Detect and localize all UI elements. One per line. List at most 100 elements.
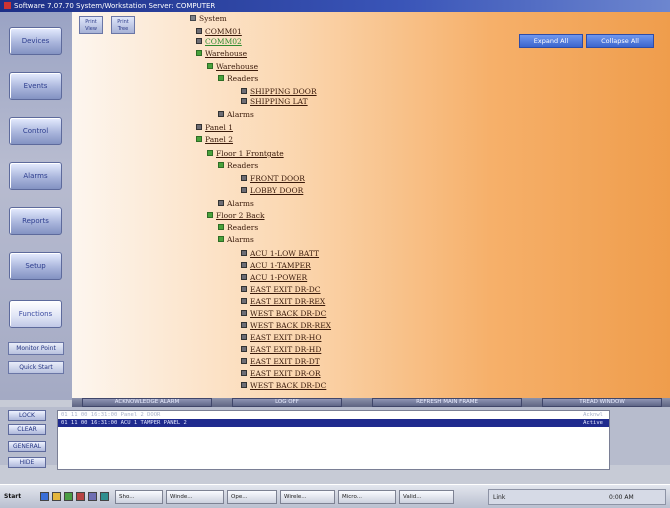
tree-node-expander-icon[interactable] [207,63,213,69]
tree-node-label[interactable]: System [199,14,227,23]
tree-node-label[interactable]: Floor 1 Frontgate [216,149,284,158]
tree-node-label[interactable]: Readers [227,74,258,83]
tree-node-label[interactable]: SHIPPING LAT [250,97,308,106]
alarm-row[interactable]: 01 11 00 16:31:00 Panel 2 DOOR Acknwl [58,411,609,419]
taskbar-app-5[interactable]: Micro... [338,490,396,504]
tree-node[interactable]: Floor 1 Frontgate [207,149,284,159]
print-view-button[interactable]: Print View [79,16,103,34]
tree-node-label[interactable]: EAST EXIT DR-REX [250,297,325,306]
tree-node-expander-icon[interactable] [207,212,213,218]
taskbar-app-6[interactable]: Valid... [399,490,454,504]
tree-node[interactable]: Panel 2 [196,135,233,145]
tree-node-expander-icon[interactable] [190,15,196,21]
tree-node-label[interactable]: Alarms [227,199,254,208]
tree-node-expander-icon[interactable] [241,322,247,328]
taskbar-app-2[interactable]: Winde... [166,490,224,504]
tree-node-label[interactable]: Panel 1 [205,123,233,132]
tree-node[interactable]: Readers [218,161,258,171]
general-button[interactable]: GENERAL [8,441,46,452]
tree-node[interactable]: WEST BACK DR-REX [241,321,331,331]
nav-devices-button[interactable]: Devices [9,27,62,55]
nav-functions-button[interactable]: Functions [9,300,62,328]
tree-node-expander-icon[interactable] [241,274,247,280]
print-tree-button[interactable]: Print Tree [111,16,135,34]
tree-node-expander-icon[interactable] [218,162,224,168]
tree-node-label[interactable]: Alarms [227,235,254,244]
quick-launch-desktop-icon[interactable] [64,492,73,501]
lock-button[interactable]: LOCK [8,410,46,421]
tree-node-expander-icon[interactable] [241,298,247,304]
tree-node-label[interactable]: EAST EXIT DR-OR [250,369,321,378]
quick-launch-misc-icon[interactable] [100,492,109,501]
tree-node[interactable]: EAST EXIT DR-DC [241,285,321,295]
taskbar-app-4[interactable]: Wirele... [280,490,335,504]
tree-node-label[interactable]: SHIPPING DOOR [250,87,317,96]
acknowledge-alarm-button[interactable]: ACKNOWLEDGE ALARM [82,398,212,407]
tree-node-label[interactable]: EAST EXIT DR-HD [250,345,321,354]
tree-node-expander-icon[interactable] [218,236,224,242]
tree-node[interactable]: Warehouse [196,49,247,59]
quick-launch-media-icon[interactable] [76,492,85,501]
tree-node-expander-icon[interactable] [241,334,247,340]
tree-node-label[interactable]: EAST EXIT DR-DT [250,357,320,366]
tree-node[interactable]: EAST EXIT DR-HO [241,333,321,343]
taskbar-app-1[interactable]: Sho... [115,490,163,504]
tree-node[interactable]: ACU 1-TAMPER [241,261,311,271]
alarm-row-selected[interactable]: 01 11 00 16:31:00 ACU 1 TAMPER PANEL 2 A… [58,419,609,427]
tree-node[interactable]: EAST EXIT DR-HD [241,345,321,355]
tree-node[interactable]: Alarms [218,235,254,245]
tree-node-label[interactable]: ACU 1-TAMPER [250,261,311,270]
quick-launch-ie-icon[interactable] [40,492,49,501]
nav-reports-button[interactable]: Reports [9,207,62,235]
tree-node[interactable]: Floor 2 Back [207,211,265,221]
tree-node[interactable]: EAST EXIT DR-REX [241,297,325,307]
tree-node-expander-icon[interactable] [218,224,224,230]
tree-node[interactable]: EAST EXIT DR-OR [241,369,321,379]
tree-node-expander-icon[interactable] [241,286,247,292]
tree-node-expander-icon[interactable] [241,358,247,364]
nav-control-button[interactable]: Control [9,117,62,145]
tree-node[interactable]: ACU 1-POWER [241,273,307,283]
tree-node-expander-icon[interactable] [241,88,247,94]
tree-node[interactable]: EAST EXIT DR-DT [241,357,320,367]
expand-all-button[interactable]: Expand All [519,34,583,48]
tree-node-expander-icon[interactable] [241,98,247,104]
taskbar-app-3[interactable]: Ope... [227,490,277,504]
tree-node[interactable]: Readers [218,74,258,84]
quick-launch-folder-icon[interactable] [52,492,61,501]
tree-node[interactable]: WEST BACK DR-DC [241,381,326,391]
tree-node-label[interactable]: FRONT DOOR [250,174,305,183]
tree-node-expander-icon[interactable] [196,124,202,130]
tree-node-label[interactable]: WEST BACK DR-DC [250,381,326,390]
refresh-main-frame-button[interactable]: REFRESH MAIN FRAME [372,398,522,407]
tree-node[interactable]: LOBBY DOOR [241,186,303,196]
tree-node-expander-icon[interactable] [196,136,202,142]
tree-node[interactable]: SHIPPING DOOR [241,87,317,97]
tree-node-expander-icon[interactable] [241,250,247,256]
tree-node[interactable]: Readers [218,223,258,233]
tree-node-label[interactable]: Readers [227,223,258,232]
tree-node-expander-icon[interactable] [241,262,247,268]
tree-node-expander-icon[interactable] [218,75,224,81]
tree-node-label[interactable]: ACU 1-POWER [250,273,307,282]
tree-node-label[interactable]: LOBBY DOOR [250,186,303,195]
tree-node[interactable]: Alarms [218,199,254,209]
tree-node[interactable]: Alarms [218,110,254,120]
tree-node-label[interactable]: EAST EXIT DR-HO [250,333,321,342]
tree-node-label[interactable]: COMM01 [205,27,242,36]
tree-node[interactable]: System [190,14,227,24]
tree-node-label[interactable]: WEST BACK DR-REX [250,321,331,330]
clear-button[interactable]: CLEAR [8,424,46,435]
tree-node-label[interactable]: Alarms [227,110,254,119]
tree-node[interactable]: ACU 1-LOW BATT [241,249,319,259]
nav-alarms-button[interactable]: Alarms [9,162,62,190]
tree-node-label[interactable]: Panel 2 [205,135,233,144]
start-button[interactable]: Start [4,490,34,504]
tree-node[interactable]: FRONT DOOR [241,174,305,184]
tree-node-label[interactable]: EAST EXIT DR-DC [250,285,321,294]
nav-setup-button[interactable]: Setup [9,252,62,280]
tree-node-label[interactable]: Floor 2 Back [216,211,265,220]
tree-node-expander-icon[interactable] [196,28,202,34]
hide-button[interactable]: HIDE [8,457,46,468]
tree-node[interactable]: Warehouse [207,62,258,72]
